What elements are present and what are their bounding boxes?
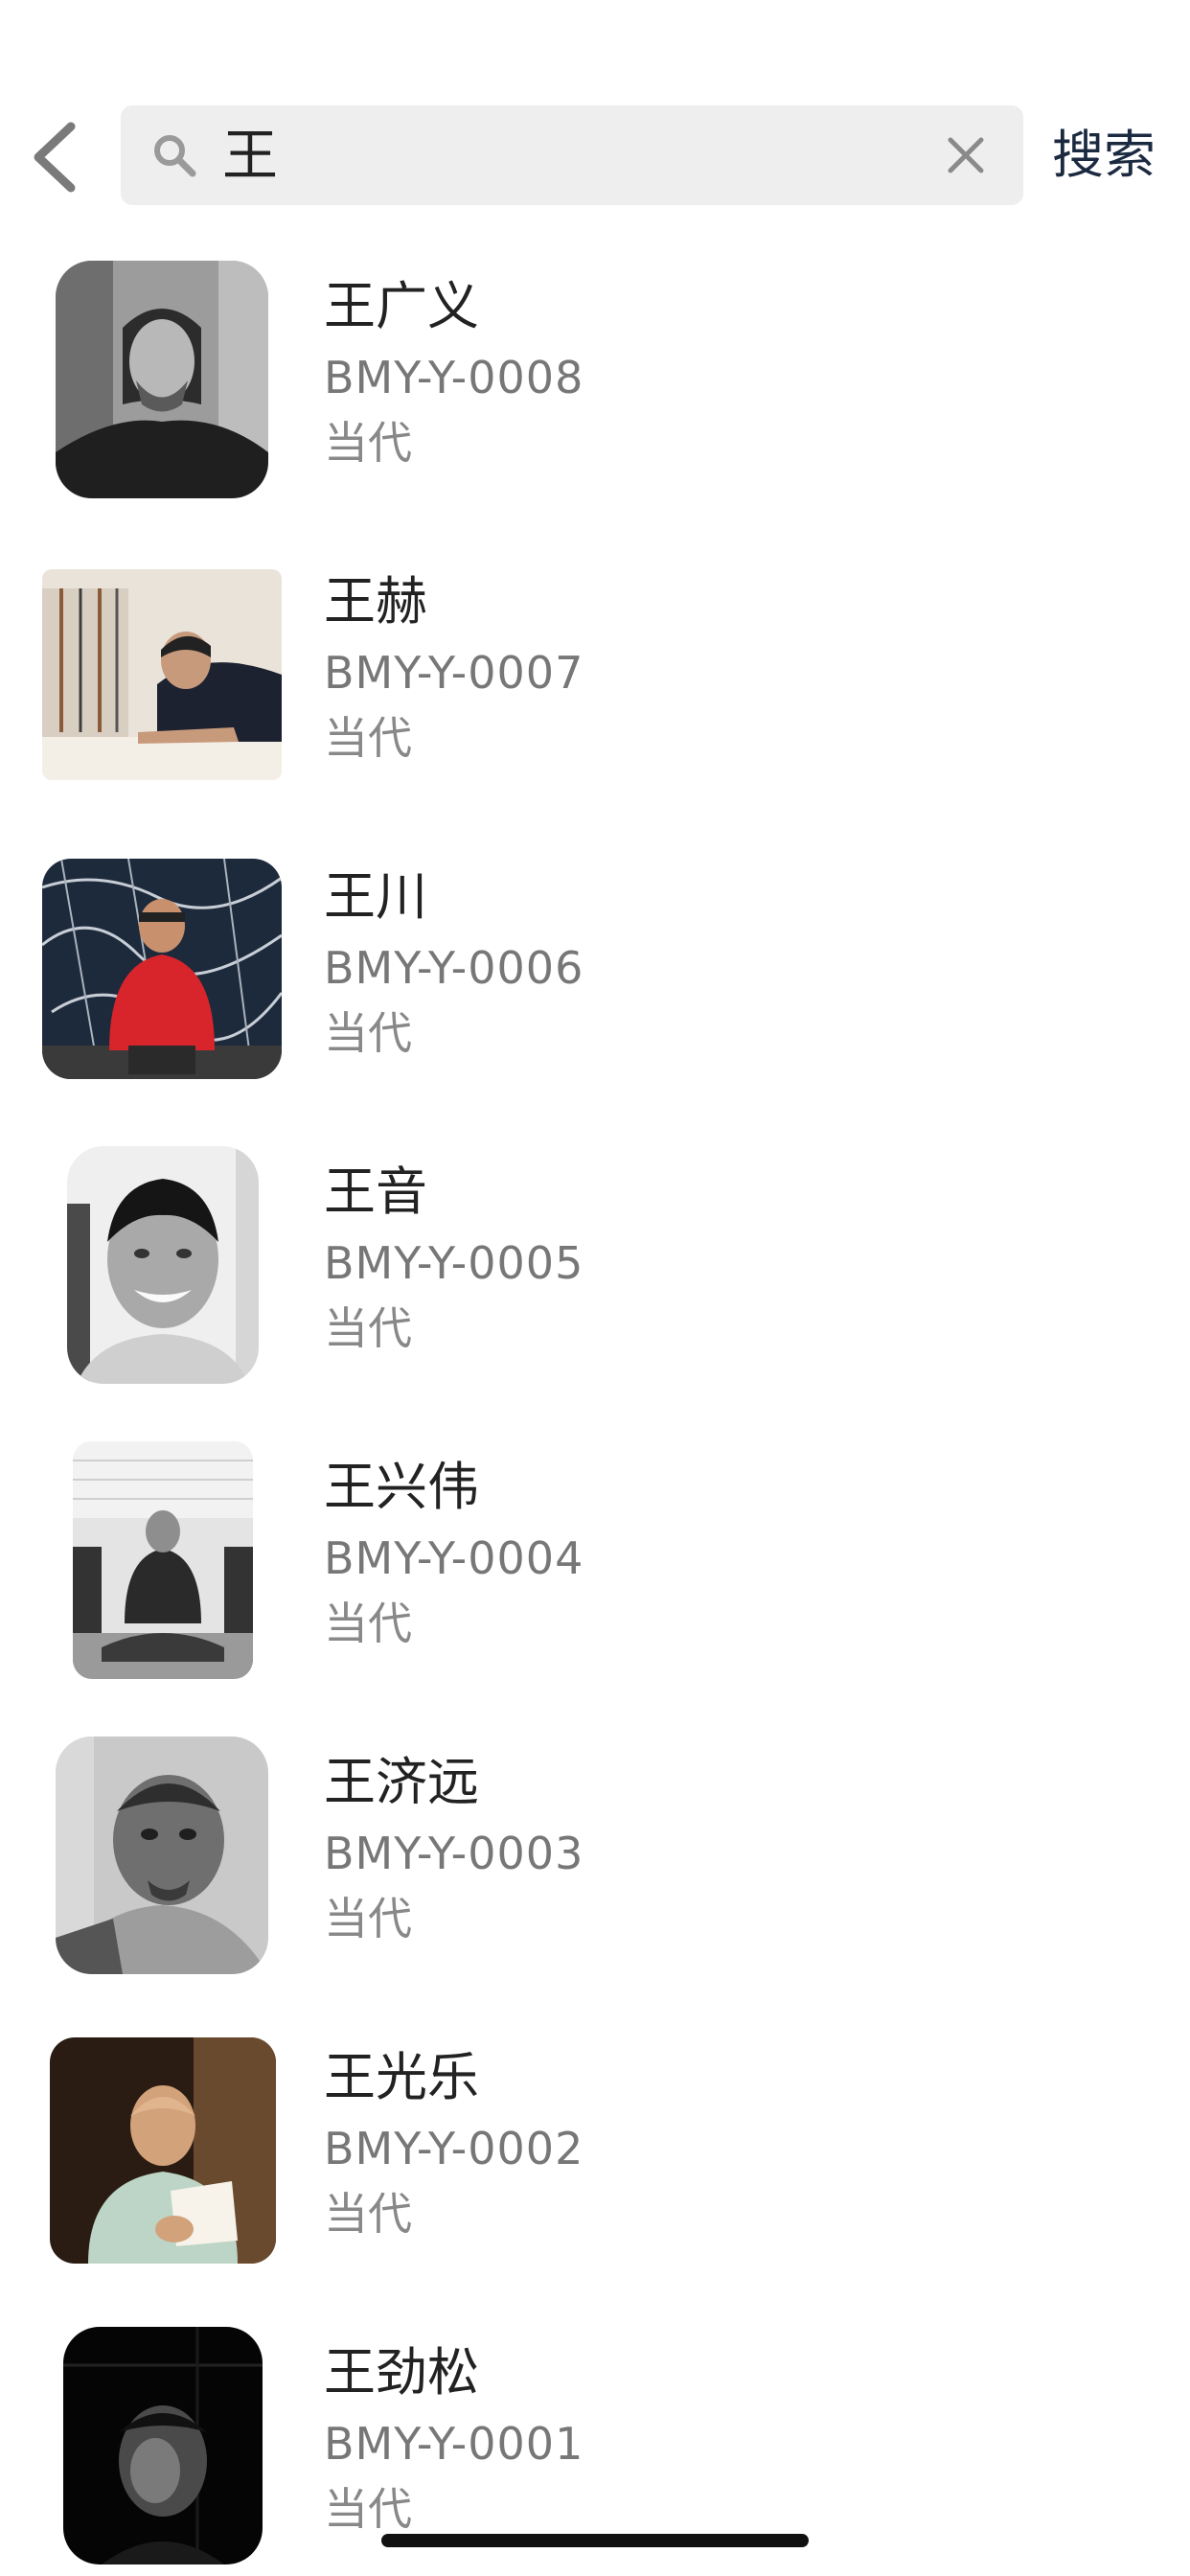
artist-name: 王劲松: [324, 2342, 479, 2403]
search-results-screen: 王 搜索 王广义 BMY-Y-0008 当代 王赫 BMY-Y-0007 当代 …: [0, 0, 1190, 2576]
avatar: [42, 569, 282, 780]
artist-code: BMY-Y-0001: [324, 2418, 584, 2470]
close-icon[interactable]: [945, 134, 987, 176]
artist-name: 王光乐: [324, 2047, 479, 2107]
artist-code: BMY-Y-0008: [324, 352, 584, 403]
artist-era: 当代: [324, 2188, 412, 2240]
search-input[interactable]: 王: [121, 105, 1023, 205]
back-button[interactable]: [25, 117, 94, 197]
list-item[interactable]: 王广义 BMY-Y-0008 当代: [0, 251, 1190, 546]
search-query-text: 王: [222, 123, 279, 188]
home-indicator: [381, 2534, 809, 2547]
artist-info: 王赫 BMY-Y-0007 当代: [324, 564, 1148, 770]
artist-era: 当代: [324, 1893, 412, 1944]
artist-era: 当代: [324, 417, 412, 469]
avatar: [67, 1146, 259, 1384]
artist-info: 王济远 BMY-Y-0003 当代: [324, 1744, 1148, 1951]
artist-era: 当代: [324, 2483, 412, 2535]
avatar: [56, 261, 268, 498]
artist-name: 王赫: [324, 571, 427, 632]
artist-info: 王光乐 BMY-Y-0002 当代: [324, 2039, 1148, 2246]
artist-code: BMY-Y-0004: [324, 1532, 584, 1584]
artist-code: BMY-Y-0003: [324, 1828, 584, 1879]
avatar: [63, 2327, 263, 2564]
artist-code: BMY-Y-0005: [324, 1237, 584, 1289]
artist-code: BMY-Y-0007: [324, 647, 584, 699]
avatar: [42, 859, 282, 1079]
artist-name: 王兴伟: [324, 1457, 479, 1517]
list-item[interactable]: 王川 BMY-Y-0006 当代: [0, 841, 1190, 1137]
artist-code: BMY-Y-0006: [324, 942, 584, 994]
artist-era: 当代: [324, 1007, 412, 1059]
artist-era: 当代: [324, 712, 412, 764]
list-item[interactable]: 王赫 BMY-Y-0007 当代: [0, 546, 1190, 841]
artist-info: 王音 BMY-Y-0005 当代: [324, 1154, 1148, 1361]
artist-name: 王音: [324, 1162, 427, 1222]
avatar: [50, 2037, 276, 2264]
artist-info: 王川 BMY-Y-0006 当代: [324, 859, 1148, 1066]
artist-info: 王广义 BMY-Y-0008 当代: [324, 268, 1148, 475]
search-icon: [154, 135, 196, 177]
list-item[interactable]: 王光乐 BMY-Y-0002 当代: [0, 2022, 1190, 2317]
list-item[interactable]: 王音 BMY-Y-0005 当代: [0, 1137, 1190, 1432]
avatar: [56, 1736, 268, 1974]
artist-name: 王川: [324, 866, 427, 927]
artist-era: 当代: [324, 1598, 412, 1649]
artist-name: 王济远: [324, 1752, 479, 1812]
artist-info: 王劲松 BMY-Y-0001 当代: [324, 2334, 1148, 2542]
artist-code: BMY-Y-0002: [324, 2123, 584, 2174]
chevron-left-icon: [34, 122, 76, 193]
list-item[interactable]: 王兴伟 BMY-Y-0004 当代: [0, 1432, 1190, 1727]
artist-era: 当代: [324, 1302, 412, 1354]
avatar: [73, 1441, 253, 1679]
artist-result-list: 王广义 BMY-Y-0008 当代 王赫 BMY-Y-0007 当代 王川 BM…: [0, 251, 1190, 2576]
artist-name: 王广义: [324, 276, 479, 336]
artist-info: 王兴伟 BMY-Y-0004 当代: [324, 1449, 1148, 1656]
search-button[interactable]: 搜索: [1052, 117, 1167, 194]
list-item[interactable]: 王济远 BMY-Y-0003 当代: [0, 1727, 1190, 2022]
